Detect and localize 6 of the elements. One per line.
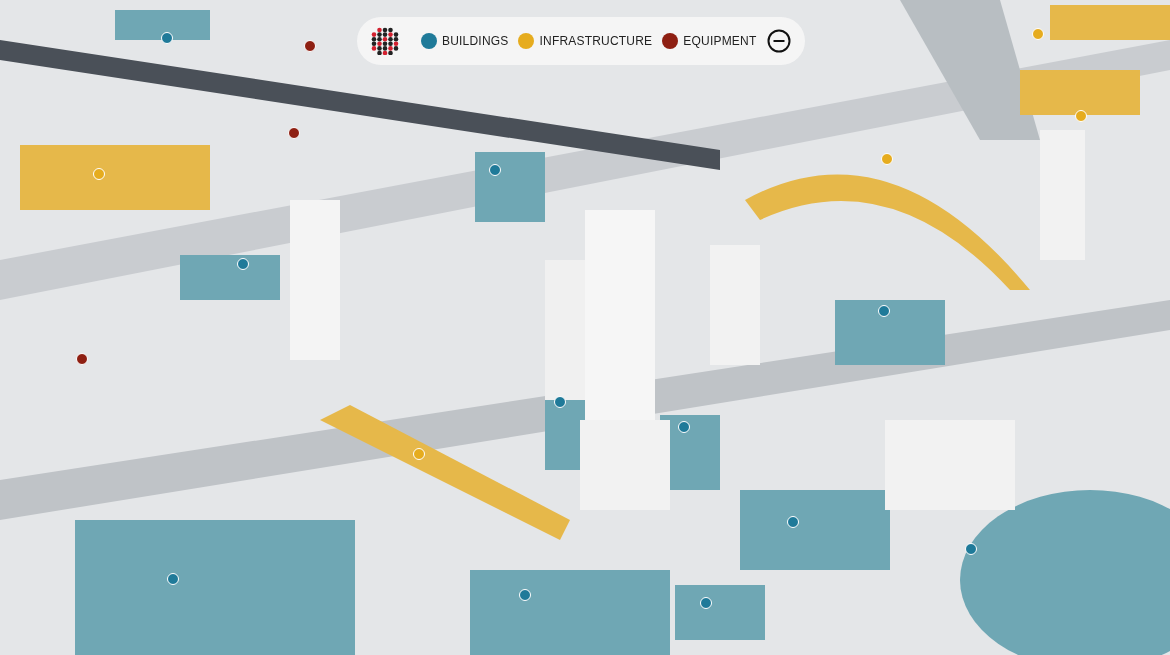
legend-label: EQUIPMENT — [683, 34, 757, 48]
dots-logo-icon — [371, 27, 399, 55]
collapse-button[interactable] — [767, 29, 791, 53]
legend-label: INFRASTRUCTURE — [539, 34, 653, 48]
minus-circle-icon — [767, 29, 791, 53]
legend-label: BUILDINGS — [442, 34, 509, 48]
